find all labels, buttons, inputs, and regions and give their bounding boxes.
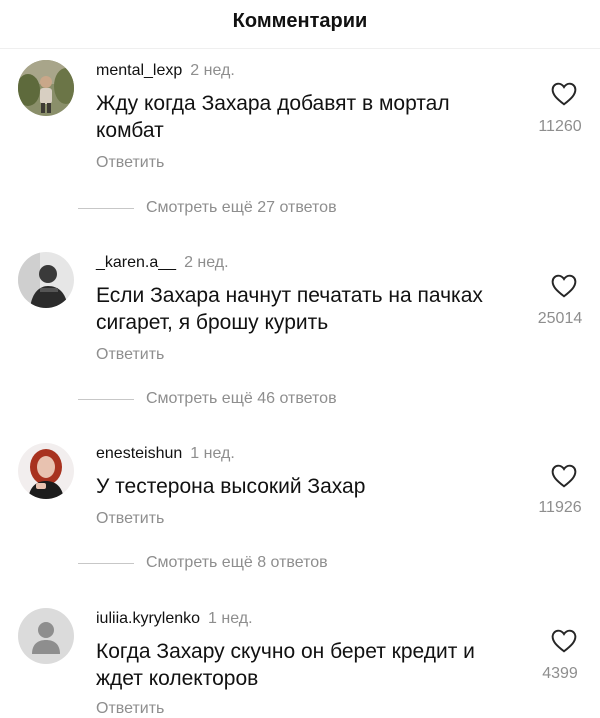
comment-time: 1 нед. — [208, 610, 253, 627]
like-count: 11260 — [538, 118, 582, 135]
view-more-replies-label: Смотреть ещё 27 ответов — [146, 199, 337, 216]
view-more-replies-label: Смотреть ещё 8 ответов — [146, 554, 328, 571]
comment-text: У тестерона высокий Захар — [96, 475, 366, 498]
avatar[interactable] — [18, 252, 74, 308]
comment-meta: enesteishun 1 нед. — [96, 445, 235, 463]
comment-time: 2 нед. — [190, 62, 235, 79]
comment-meta: iuliia.kyrylenko 1 нед. — [96, 610, 253, 628]
comment-text: Когда Захару скучно он берет кредит и жд… — [96, 640, 475, 690]
reply-button[interactable]: Ответить — [96, 700, 164, 718]
page-title: Комментарии — [232, 9, 368, 32]
user-photo-avatar-icon — [18, 443, 74, 499]
user-photo-avatar-icon — [18, 60, 74, 116]
user-photo-avatar-icon — [18, 252, 74, 308]
reply-button[interactable]: Ответить — [96, 510, 164, 528]
view-more-replies[interactable]: Смотреть ещё 8 ответов — [78, 554, 328, 572]
divider-line — [78, 207, 134, 209]
reply-button[interactable]: Ответить — [96, 346, 164, 364]
like-count: 25014 — [537, 310, 583, 327]
comment-username[interactable]: iuliia.kyrylenko — [96, 610, 200, 627]
comments-header: Комментарии — [0, 0, 600, 49]
divider-line — [78, 398, 134, 400]
comment-time: 1 нед. — [190, 445, 235, 462]
comment-text: Жду когда Захара добавят в мортал комбат — [96, 92, 450, 142]
like-count: 4399 — [542, 665, 578, 682]
heart-icon[interactable] — [551, 82, 577, 106]
heart-icon[interactable] — [551, 464, 577, 488]
view-more-replies[interactable]: Смотреть ещё 27 ответов — [78, 199, 337, 217]
default-avatar-icon — [18, 608, 74, 664]
comment-username[interactable]: _karen.a__ — [96, 254, 176, 271]
heart-icon[interactable] — [551, 274, 577, 298]
avatar[interactable] — [18, 443, 74, 499]
avatar[interactable] — [18, 608, 74, 664]
avatar[interactable] — [18, 60, 74, 116]
comment-time: 2 нед. — [184, 254, 229, 271]
comment-meta: mental_lexp 2 нед. — [96, 62, 235, 80]
heart-icon[interactable] — [551, 629, 577, 653]
comment-username[interactable]: enesteishun — [96, 445, 182, 462]
like-count: 11926 — [538, 499, 582, 516]
view-more-replies[interactable]: Смотреть ещё 46 ответов — [78, 390, 337, 408]
reply-button[interactable]: Ответить — [96, 154, 164, 172]
comment-meta: _karen.a__ 2 нед. — [96, 254, 229, 272]
comment-username[interactable]: mental_lexp — [96, 62, 182, 79]
comment-text: Если Захара начнут печатать на пачках си… — [96, 284, 483, 334]
view-more-replies-label: Смотреть ещё 46 ответов — [146, 390, 337, 407]
divider-line — [78, 562, 134, 564]
